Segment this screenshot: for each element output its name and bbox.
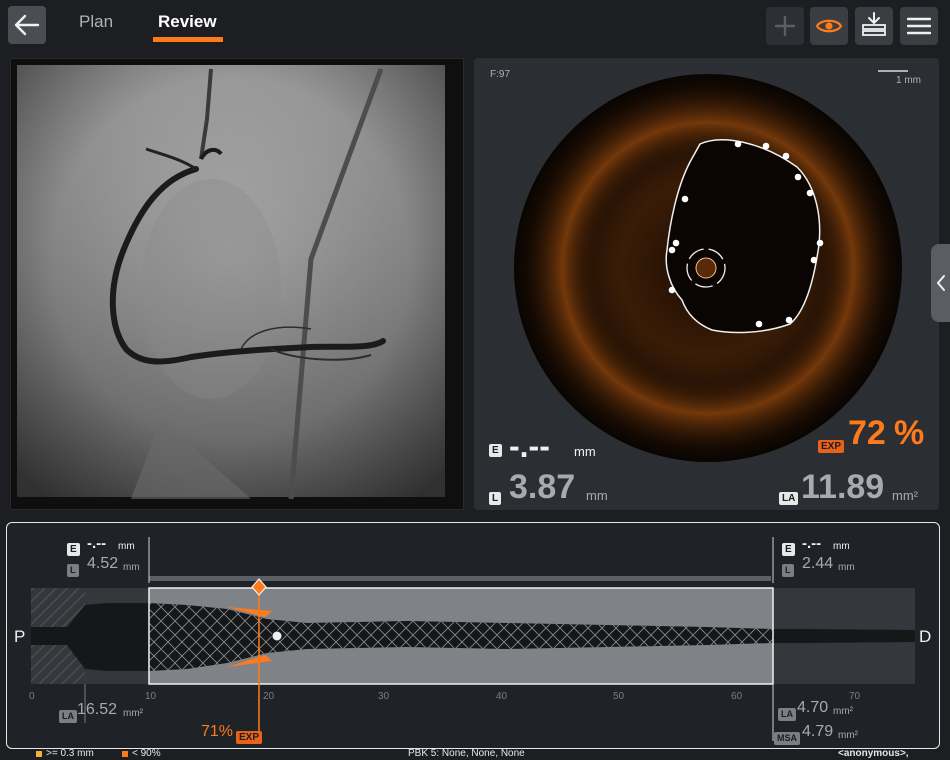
msa-unit: mm²	[838, 730, 858, 741]
download-tray-icon	[862, 12, 886, 36]
frame-number: F:97	[490, 69, 511, 80]
right-la-value: 4.70	[797, 699, 829, 716]
eye-icon	[815, 19, 843, 33]
tick-50: 50	[613, 691, 625, 702]
tick-40: 40	[496, 691, 508, 702]
tick-70: 70	[849, 691, 861, 702]
oct-cross-section-panel[interactable]: F:97 1 mm E -.-- mm EXP 72 % L 3.87 mm L…	[474, 58, 939, 510]
oct-la-unit: mm²	[892, 488, 918, 503]
oct-la-value: 11.89	[801, 468, 885, 506]
legend-label-expansion: < 90%	[132, 748, 161, 759]
add-button[interactable]	[766, 7, 804, 45]
tab-plan[interactable]: Plan	[79, 12, 113, 32]
side-panel-toggle[interactable]	[931, 244, 950, 322]
exp-marker-value: 71%	[201, 723, 234, 740]
oct-image	[514, 74, 902, 462]
oct-exp-unit: %	[894, 414, 925, 452]
angiogram-image	[17, 65, 445, 500]
tick-0: 0	[29, 691, 35, 702]
left-la-value: 16.52	[77, 701, 118, 718]
patient-name: <anonymous>,	[838, 748, 909, 759]
view-toggle-button[interactable]	[810, 7, 848, 45]
oct-e-unit: mm	[574, 444, 596, 459]
tick-30: 30	[378, 691, 390, 702]
hamburger-menu-icon	[907, 17, 931, 35]
longitudinal-view-panel[interactable]: E -.-- mm L 4.52 mm E -.-- mm L 2.44 mm …	[6, 522, 940, 749]
top-bar: Plan Review	[0, 0, 950, 52]
tick-20: 20	[263, 691, 275, 702]
oct-l-value: 3.87	[509, 468, 576, 506]
chevron-left-icon	[936, 275, 945, 291]
oct-la-badge: LA	[779, 488, 799, 506]
plus-icon	[774, 15, 796, 37]
tick-60: 60	[731, 691, 743, 702]
oct-e-value: -.--	[509, 428, 550, 464]
oct-exp-badge: EXP	[818, 436, 845, 454]
oct-e-badge: E	[489, 444, 502, 457]
msa-value: 4.79	[802, 723, 834, 740]
tab-review[interactable]: Review	[158, 12, 217, 32]
msa-badge: MSA	[774, 728, 800, 746]
legend-swatch-expansion	[122, 751, 128, 757]
right-la-unit: mm²	[833, 706, 853, 717]
status-footer: >= 0.3 mm < 90% PBK 5: None, None, None …	[0, 748, 950, 760]
oct-l-badge: L	[489, 488, 502, 506]
right-la-badge: LA	[778, 704, 796, 722]
export-button[interactable]	[855, 7, 893, 45]
tab-review-underline	[153, 37, 223, 42]
legend-label-thickness: >= 0.3 mm	[46, 748, 94, 759]
back-button[interactable]	[8, 6, 46, 44]
tick-10: 10	[145, 691, 157, 702]
left-la-unit: mm²	[123, 708, 143, 719]
oct-l-unit: mm	[586, 488, 608, 503]
arrow-left-icon	[14, 14, 40, 36]
range-slider-track	[149, 576, 771, 581]
distance-axis: 0 10 20 30 40 50 60 70	[29, 691, 861, 702]
exp-marker-badge: EXP	[236, 727, 263, 745]
oct-exp-value: 72	[848, 414, 886, 452]
pbk-status: PBK 5: None, None, None	[408, 748, 525, 759]
angiogram-view[interactable]	[10, 58, 464, 510]
legend-swatch-thickness	[36, 751, 42, 757]
left-la-badge: LA	[59, 706, 77, 724]
menu-button[interactable]	[900, 7, 938, 45]
